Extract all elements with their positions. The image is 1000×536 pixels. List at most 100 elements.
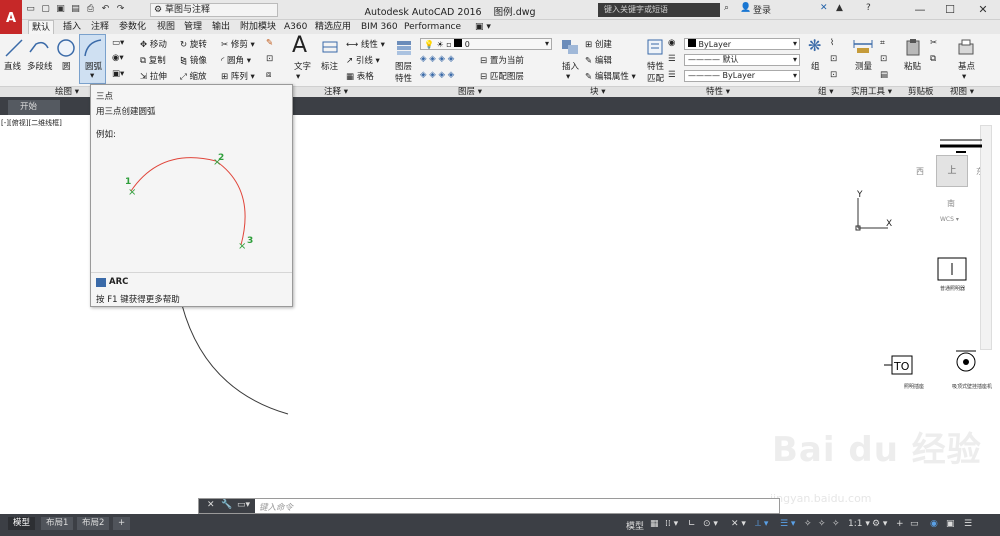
- match-layer-button[interactable]: ⊟ 匹配图层: [480, 70, 524, 82]
- group-icon[interactable]: ❋: [808, 36, 821, 55]
- model-layout-tab[interactable]: 模型: [8, 517, 36, 530]
- group-select-icon[interactable]: ⊡: [830, 70, 837, 80]
- isolate-icon[interactable]: ▭: [910, 519, 919, 529]
- tab-output[interactable]: 输出: [209, 20, 233, 34]
- text-button[interactable]: 文字: [294, 60, 311, 72]
- layer-tools2-icon[interactable]: ◈ ◈ ◈ ◈: [420, 70, 454, 80]
- explode-icon[interactable]: ⊡: [266, 54, 273, 64]
- tab-bim360[interactable]: BIM 360: [358, 20, 401, 34]
- tab-annotate[interactable]: 注释: [88, 20, 112, 34]
- visibility-icon[interactable]: ✧: [804, 519, 812, 529]
- dimension-icon[interactable]: [321, 38, 339, 56]
- add-layout-button[interactable]: +: [113, 517, 131, 530]
- save-as-icon[interactable]: ▤: [69, 3, 82, 16]
- color-dropdown[interactable]: ByLayer ▾: [684, 38, 800, 50]
- rotate-button[interactable]: ↻ 旋转: [180, 38, 207, 50]
- match-properties-icon[interactable]: [646, 38, 664, 56]
- group-button[interactable]: 组: [811, 60, 820, 72]
- line-button[interactable]: 直线: [4, 60, 21, 72]
- copy-button[interactable]: ⧉ 复制: [140, 54, 166, 66]
- boundary-icon[interactable]: ▣▾: [112, 69, 124, 79]
- workspace-selector[interactable]: ⚙ 草图与注释: [150, 3, 278, 17]
- maximize-button[interactable]: ☐: [935, 0, 965, 20]
- annotation-scale-value[interactable]: 1:1 ▾: [848, 519, 870, 529]
- plus-icon[interactable]: +: [896, 519, 904, 529]
- circle-icon[interactable]: [55, 37, 77, 59]
- tab-addins[interactable]: 附加模块: [237, 20, 279, 34]
- wcs-menu[interactable]: WCS ▾: [940, 216, 959, 223]
- circle-button[interactable]: 圆: [62, 60, 71, 72]
- help-icon[interactable]: ?: [866, 3, 871, 13]
- workspace-switch-icon[interactable]: ⚙ ▾: [872, 519, 887, 529]
- hatch-icon[interactable]: ◉▾: [112, 53, 124, 63]
- wrench-icon[interactable]: 🔧: [221, 500, 232, 510]
- a360-icon[interactable]: ▲: [836, 3, 843, 13]
- layout2-tab[interactable]: 布局2: [77, 517, 110, 530]
- tab-view[interactable]: 视图: [154, 20, 178, 34]
- ribbon-toggle-icon[interactable]: ▣ ▾: [472, 20, 494, 34]
- viewcube-west[interactable]: 西: [916, 166, 924, 177]
- layer-tools-icon[interactable]: ◈ ◈ ◈ ◈: [420, 54, 454, 64]
- line-icon[interactable]: [4, 38, 24, 58]
- ungroup-icon[interactable]: ⌇: [830, 38, 834, 48]
- erase-icon[interactable]: ✎: [266, 38, 273, 48]
- rectangle-icon[interactable]: ▭▾: [112, 38, 124, 48]
- lineweight-icon[interactable]: ☰: [668, 70, 676, 80]
- redo-icon[interactable]: ↷: [114, 3, 127, 16]
- paste-icon[interactable]: [904, 38, 922, 56]
- insert-button[interactable]: 插入: [562, 60, 579, 72]
- close-icon[interactable]: ✕: [207, 500, 215, 510]
- array-button[interactable]: ⊞ 阵列 ▾: [221, 70, 255, 82]
- select-all-icon[interactable]: ⊡: [880, 54, 887, 64]
- polar-icon[interactable]: ⊙ ▾: [703, 519, 718, 529]
- tab-performance[interactable]: Performance: [401, 20, 464, 34]
- offset-icon[interactable]: ⧈: [266, 70, 271, 80]
- move-button[interactable]: ✥ 移动: [140, 38, 167, 50]
- command-input[interactable]: 键入命令: [259, 501, 293, 513]
- fillet-button[interactable]: ◜ 圆角 ▾: [221, 54, 251, 66]
- open-file-icon[interactable]: ▢: [39, 3, 52, 16]
- table-button[interactable]: ▦ 表格: [346, 70, 374, 82]
- lineweight-dropdown[interactable]: ———— 默认 ▾: [684, 54, 800, 66]
- linear-dim-button[interactable]: ⟷ 线性 ▾: [346, 38, 385, 50]
- exchange-icon[interactable]: ✕: [820, 3, 828, 13]
- group-edit-icon[interactable]: ⊡: [830, 54, 837, 64]
- application-menu-button[interactable]: A: [0, 0, 22, 36]
- dynamic-input-icon[interactable]: ☰ ▾: [780, 519, 795, 529]
- dimension-button[interactable]: 标注: [321, 60, 338, 72]
- customize-icon[interactable]: ☰: [964, 519, 972, 529]
- measure-button[interactable]: 测量: [855, 60, 872, 72]
- annotation-visibility-icon[interactable]: ✧: [818, 519, 826, 529]
- tab-parametric[interactable]: 参数化: [116, 20, 149, 34]
- paste-button[interactable]: 粘贴: [904, 60, 921, 72]
- search-icon[interactable]: ⌕: [724, 3, 729, 13]
- mirror-button[interactable]: ⧎ 镜像: [180, 54, 207, 66]
- snap-icon[interactable]: ⁞⁞ ▾: [665, 519, 678, 529]
- leader-button[interactable]: ↗ 引线 ▾: [346, 54, 380, 66]
- tab-insert[interactable]: 插入: [60, 20, 84, 34]
- scale-button[interactable]: ⤢ 缩放: [180, 70, 207, 82]
- search-input[interactable]: 键入关键字或短语: [598, 3, 720, 17]
- tab-manage[interactable]: 管理: [181, 20, 205, 34]
- plot-icon[interactable]: ⎙: [84, 3, 97, 16]
- trim-button[interactable]: ✂ 修剪 ▾: [221, 38, 255, 50]
- create-block-button[interactable]: ⊞ 创建: [585, 38, 612, 50]
- command-history-icon[interactable]: ▭▾: [237, 500, 250, 510]
- osnap-icon[interactable]: ✕ ▾: [731, 519, 746, 529]
- polyline-button[interactable]: 多段线: [27, 60, 53, 72]
- color-wheel-icon[interactable]: ◉: [668, 38, 675, 48]
- clean-screen-icon[interactable]: ▣: [946, 519, 955, 529]
- stretch-button[interactable]: ⇲ 拉伸: [140, 70, 167, 82]
- ortho-icon[interactable]: ∟: [688, 519, 696, 529]
- cut-icon[interactable]: ✂: [930, 38, 937, 48]
- layer-properties-icon[interactable]: [395, 38, 413, 56]
- annotation-scale-icon[interactable]: ⟂ ▾: [755, 519, 768, 529]
- calculator-icon[interactable]: ▤: [880, 70, 888, 80]
- match-properties-label[interactable]: 特性: [647, 60, 664, 72]
- measure-icon[interactable]: [852, 38, 874, 56]
- undo-icon[interactable]: ↶: [99, 3, 112, 16]
- layout1-tab[interactable]: 布局1: [41, 517, 74, 530]
- layer-properties-label[interactable]: 图层: [395, 60, 412, 72]
- make-current-button[interactable]: ⊟ 置为当前: [480, 54, 524, 66]
- insert-block-icon[interactable]: [560, 38, 580, 56]
